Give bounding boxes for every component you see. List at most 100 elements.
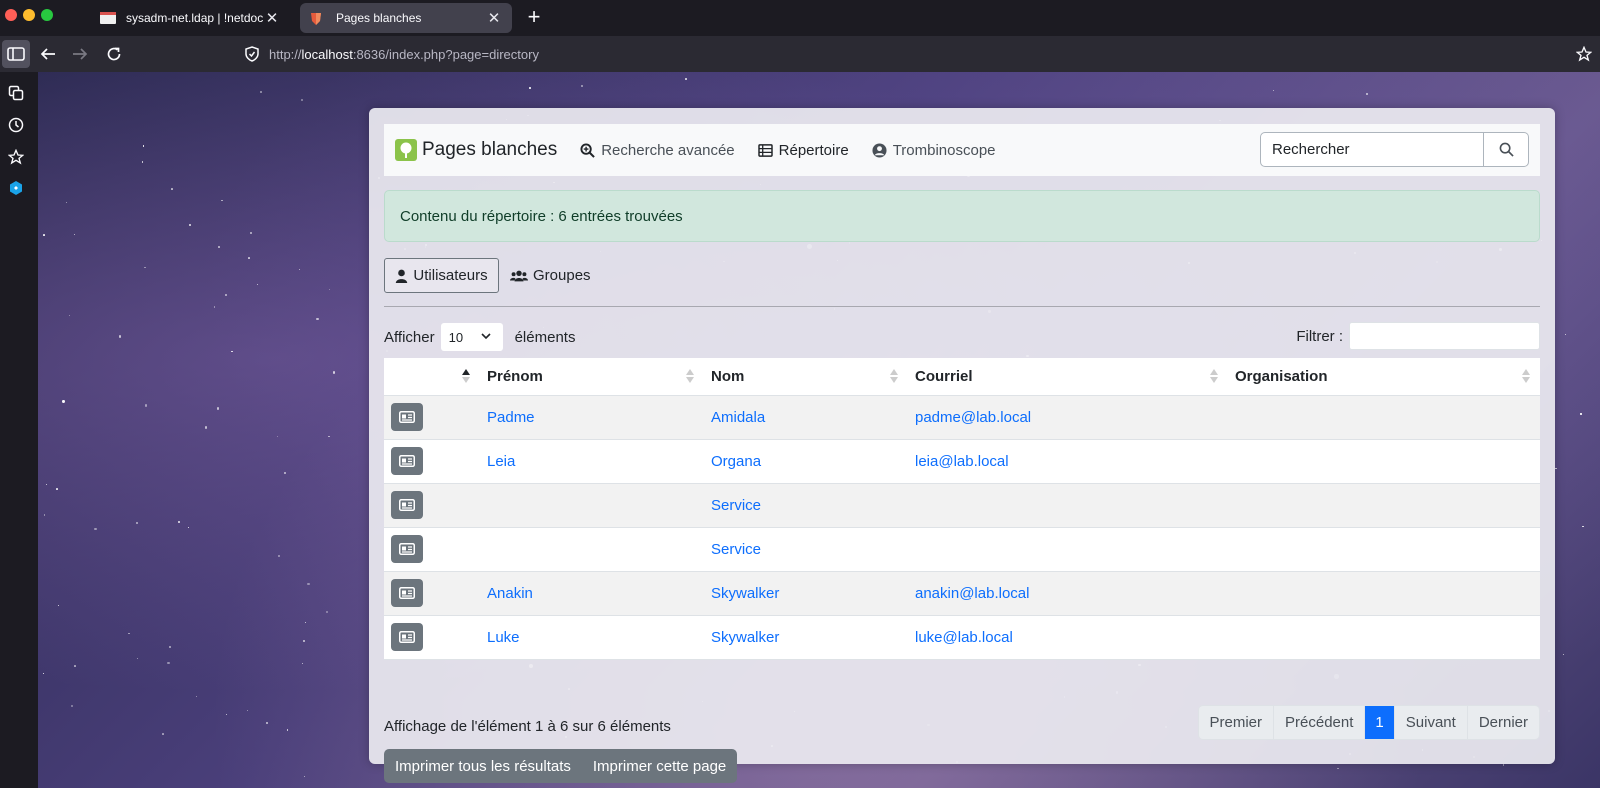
column-header-courriel[interactable]: Courriel xyxy=(908,358,1228,396)
star-dot xyxy=(205,426,208,429)
tab-groups[interactable]: Groupes xyxy=(510,258,591,293)
page-last-button[interactable]: Dernier xyxy=(1466,706,1539,739)
view-card-button[interactable] xyxy=(391,535,423,563)
star-dot xyxy=(62,400,65,403)
nav-photo-directory[interactable]: Trombinoscope xyxy=(872,142,996,159)
brand-link[interactable]: Pages blanches xyxy=(395,139,557,161)
nav-directory[interactable]: Répertoire xyxy=(757,142,849,159)
prenom-cell[interactable]: Padme xyxy=(480,395,704,440)
nom-cell[interactable]: Skywalker xyxy=(704,615,908,660)
view-card-button[interactable] xyxy=(391,447,423,475)
print-all-button[interactable]: Imprimer tous les résultats xyxy=(384,749,582,783)
sort-icon xyxy=(890,369,898,387)
nom-cell[interactable]: Skywalker xyxy=(704,571,908,616)
app-navbar: Pages blanches Recherche avancée Réperto… xyxy=(384,124,1540,176)
prenom-cell[interactable]: Anakin xyxy=(480,571,704,616)
prenom-cell[interactable]: Luke xyxy=(480,615,704,660)
close-tab-icon[interactable]: ✕ xyxy=(486,9,502,27)
page-current-button[interactable]: 1 xyxy=(1364,706,1394,739)
star-dot xyxy=(1365,92,1368,95)
nav-advanced-search[interactable]: Recherche avancée xyxy=(580,142,735,159)
card-cell xyxy=(384,527,480,572)
star-dot xyxy=(74,665,76,668)
star-dot xyxy=(328,289,330,291)
column-header-organisation[interactable]: Organisation xyxy=(1228,358,1540,396)
filter-input[interactable] xyxy=(1349,322,1540,350)
column-header-nom[interactable]: Nom xyxy=(704,358,908,396)
filter-group: Filtrer : xyxy=(1296,322,1540,350)
courriel-cell[interactable]: padme@lab.local xyxy=(908,395,1228,440)
id-card-icon xyxy=(399,631,415,643)
bookmark-star-button[interactable] xyxy=(1570,40,1598,68)
id-card-icon xyxy=(399,499,415,511)
star-dot xyxy=(266,721,269,724)
forward-button[interactable] xyxy=(66,40,94,68)
tab-groups-label: Groupes xyxy=(533,267,591,284)
sidebar-extension-button[interactable] xyxy=(7,179,25,197)
star-dot xyxy=(246,709,249,712)
browser-tab-sysadm[interactable]: sysadm-net.ldap | !netdoc.net ✕ xyxy=(90,3,290,33)
back-button[interactable] xyxy=(34,40,62,68)
courriel-cell[interactable]: luke@lab.local xyxy=(908,615,1228,660)
page-first-button[interactable]: Premier xyxy=(1198,706,1274,739)
browser-tab-bar: sysadm-net.ldap | !netdoc.net ✕ Pages bl… xyxy=(0,0,1600,36)
view-card-button[interactable] xyxy=(391,491,423,519)
search-button[interactable] xyxy=(1484,132,1529,167)
table-controls: Afficher 10 éléments Filtrer : xyxy=(384,322,1540,352)
nom-cell[interactable]: Service xyxy=(704,527,908,572)
window-minimize-button[interactable] xyxy=(23,9,35,21)
column-header-card[interactable] xyxy=(384,358,480,396)
organisation-cell xyxy=(1228,483,1540,528)
brand-title: Pages blanches xyxy=(422,139,558,160)
elements-label: éléments xyxy=(514,328,576,346)
star-dot xyxy=(333,371,336,374)
browser-tab-pages-blanches[interactable]: Pages blanches ✕ xyxy=(300,3,512,33)
nom-cell[interactable]: Service xyxy=(704,483,908,528)
nom-cell[interactable]: Amidala xyxy=(704,395,908,440)
star-dot xyxy=(162,733,164,735)
table-row: Service xyxy=(384,527,1540,572)
star-dot xyxy=(94,528,97,531)
user-icon xyxy=(396,269,408,283)
table-row: Luke Skywalker luke@lab.local xyxy=(384,615,1540,660)
courriel-cell[interactable]: leia@lab.local xyxy=(908,439,1228,484)
column-header-prenom[interactable]: Prénom xyxy=(480,358,704,396)
nom-cell[interactable]: Organa xyxy=(704,439,908,484)
star-dot xyxy=(144,266,147,269)
page-next-button[interactable]: Suivant xyxy=(1393,706,1467,739)
window-zoom-button[interactable] xyxy=(41,9,53,21)
star-dot xyxy=(684,78,687,80)
star-dot xyxy=(299,268,301,270)
browser-toolbar: http://localhost:8636/index.php?page=dir… xyxy=(0,36,1600,72)
show-label: Afficher xyxy=(384,328,435,346)
sidebar-synced-tabs-button[interactable] xyxy=(7,84,25,102)
view-card-button[interactable] xyxy=(391,579,423,607)
tab-users[interactable]: Utilisateurs xyxy=(384,258,499,293)
sidebar-toggle-button[interactable] xyxy=(2,40,30,68)
new-tab-button[interactable]: + xyxy=(520,4,548,32)
courriel-cell[interactable]: anakin@lab.local xyxy=(908,571,1228,616)
sidebar-bookmarks-button[interactable] xyxy=(7,148,25,166)
chevron-down-icon xyxy=(481,333,491,340)
view-card-button[interactable] xyxy=(391,623,423,651)
prenom-cell xyxy=(480,527,704,572)
window-close-button[interactable] xyxy=(5,9,17,21)
sidebar-history-button[interactable] xyxy=(7,116,25,134)
arrow-left-icon xyxy=(40,48,55,60)
search-input[interactable] xyxy=(1260,132,1484,167)
view-card-button[interactable] xyxy=(391,403,423,431)
address-bar[interactable]: http://localhost:8636/index.php?page=dir… xyxy=(240,40,1550,68)
star-dot xyxy=(144,404,147,407)
reload-button[interactable] xyxy=(100,40,128,68)
prenom-cell[interactable]: Leia xyxy=(480,439,704,484)
table-row: Padme Amidala padme@lab.local xyxy=(384,395,1540,440)
card-cell xyxy=(384,571,480,616)
page-viewport: Pages blanches Recherche avancée Réperto… xyxy=(38,72,1600,788)
organisation-cell xyxy=(1228,571,1540,616)
id-card-icon xyxy=(399,455,415,467)
star-dot xyxy=(1582,525,1585,528)
print-page-button[interactable]: Imprimer cette page xyxy=(581,749,738,783)
close-tab-icon[interactable]: ✕ xyxy=(264,9,280,27)
page-previous-button[interactable]: Précédent xyxy=(1273,706,1365,739)
page-length-select[interactable]: 10 xyxy=(440,323,503,351)
